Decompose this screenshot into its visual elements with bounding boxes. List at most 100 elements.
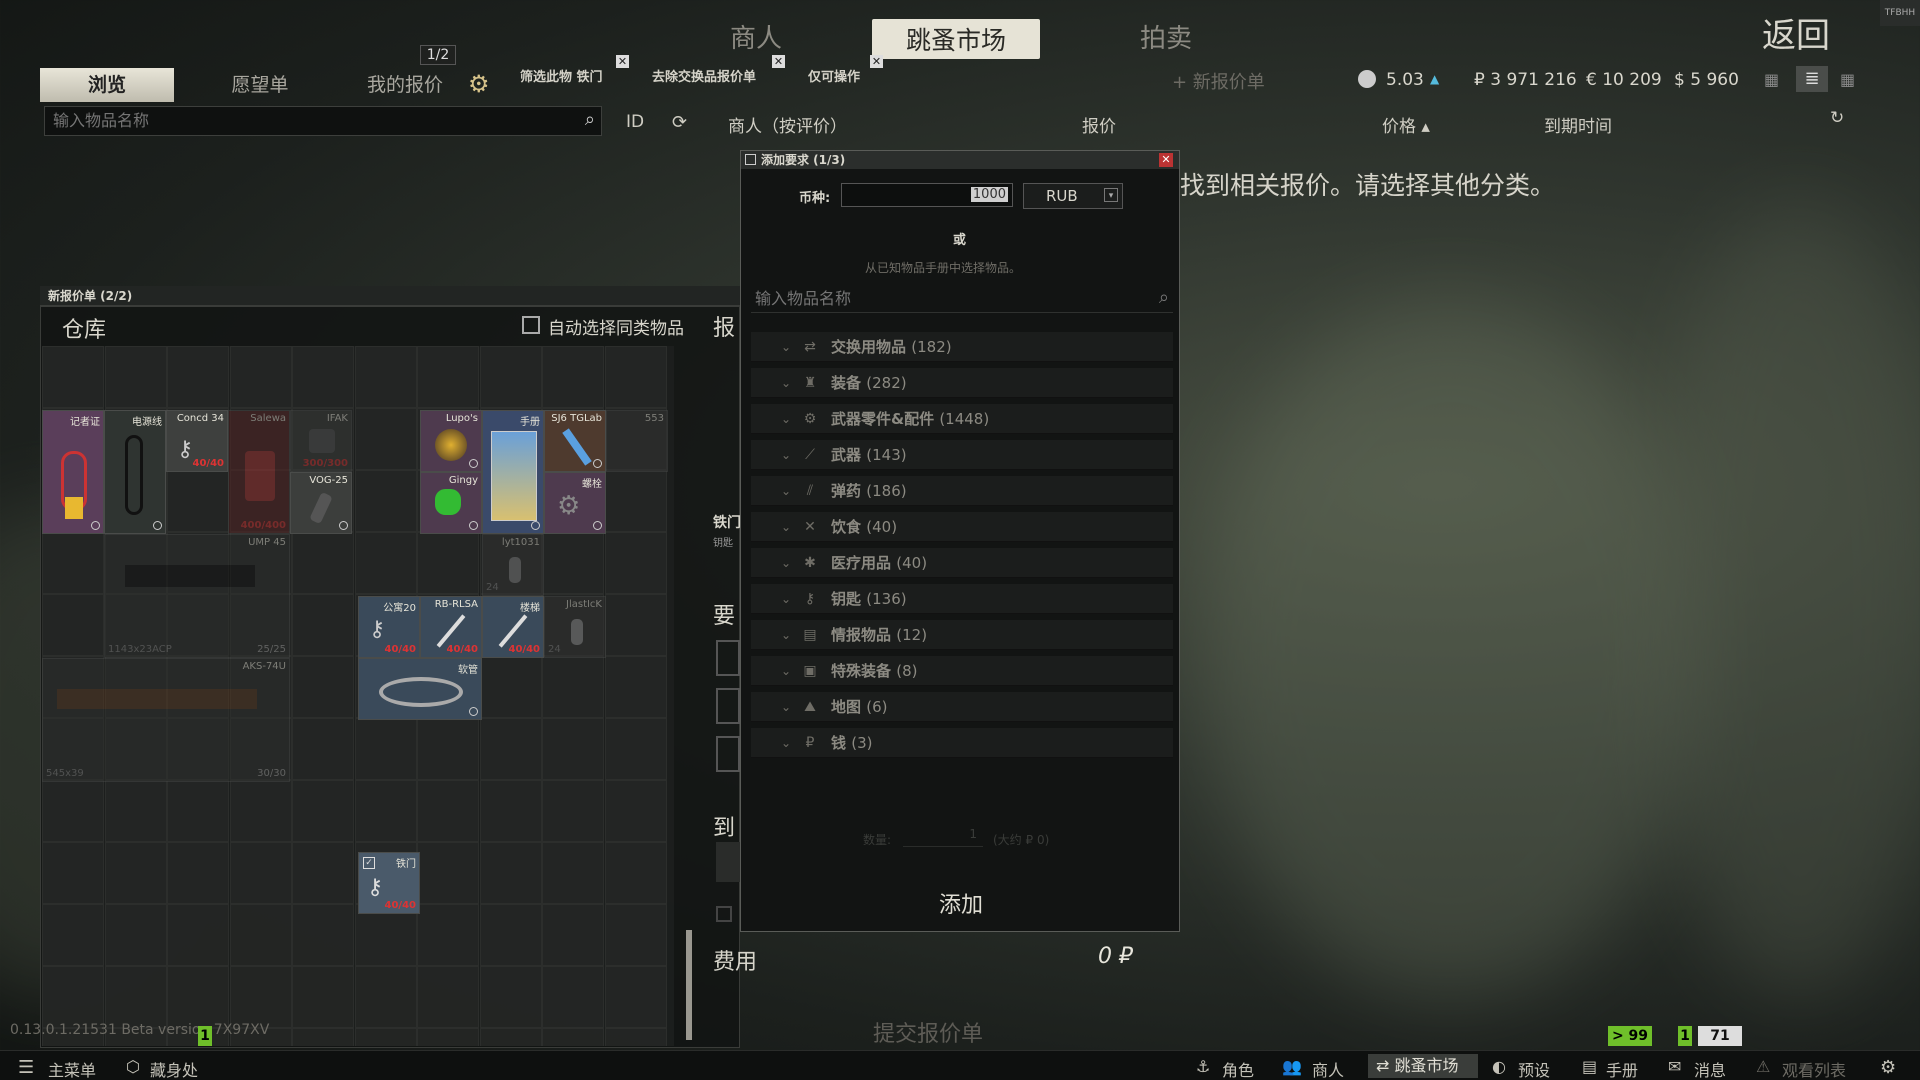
quantity-input[interactable]: 1 [903,827,983,847]
close-icon[interactable]: ✕ [616,55,629,68]
item-key-concd34[interactable]: Concd 34 ⚷ 40/40 [166,410,228,472]
close-icon[interactable]: ✕ [772,55,785,68]
category-row-weapon[interactable]: ⌄ ⟋ 武器 (143) [751,440,1173,470]
category-row-special[interactable]: ⌄ ▣ 特殊装备 (8) [751,656,1173,686]
handbook-button[interactable]: 手册 [1606,1057,1638,1080]
currency-amount-field[interactable]: 1000 [841,183,1013,207]
chevron-down-icon[interactable]: ⌄ [781,548,791,578]
grid-large-icon[interactable]: ▦ [1840,70,1860,89]
auto-select-checkbox[interactable] [522,316,540,334]
traders-button[interactable]: 商人 [1312,1057,1344,1080]
item-lupos[interactable]: Lupo's [420,410,482,472]
item-power-cord[interactable]: 电源线 [104,410,166,534]
category-row-money[interactable]: ⌄ ₽ 钱 (3) [751,728,1173,758]
chevron-down-icon[interactable]: ⌄ [781,512,791,542]
item-ump45[interactable]: UMP 45 1143x23ACP 25/25 [104,534,290,658]
chevron-down-icon[interactable]: ⌄ [781,476,791,506]
category-row-medical[interactable]: ⌄ ✱ 医疗用品 (40) [751,548,1173,578]
flea-market-button[interactable]: ⇄ 跳蚤市场 [1368,1054,1478,1078]
category-row-info[interactable]: ⌄ ▤ 情报物品 (12) [751,620,1173,650]
filter-chip-operable[interactable]: 仅可操作 [808,66,860,85]
item-lyt[interactable]: lyt1031 24 [482,534,544,596]
requirement-slot-2[interactable] [716,688,740,724]
presets-button[interactable]: 预设 [1518,1057,1550,1080]
hideout-button[interactable]: 藏身处 [150,1057,198,1080]
character-button[interactable]: 角色 [1222,1057,1254,1080]
warning-icon[interactable]: ⚠ [1756,1057,1770,1076]
chevron-down-icon[interactable]: ⌄ [781,692,791,722]
character-icon[interactable]: ⚓ [1196,1057,1210,1076]
item-manual[interactable]: 手册 [482,410,544,534]
chevron-down-icon[interactable]: ⌄ [781,440,791,470]
currency-select[interactable]: RUB ▾ [1023,183,1123,209]
chevron-down-icon[interactable]: ⌄ [781,584,791,614]
nav-flea-market[interactable]: 跳蚤市场 [872,19,1041,59]
category-row-gear[interactable]: ⌄ ♜ 装备 (282) [751,368,1173,398]
reload-icon[interactable]: ↻ [1830,108,1844,128]
close-icon[interactable]: ✕ [1159,153,1173,167]
item-sj6[interactable]: SJ6 TGLab [544,410,606,472]
item-vog25[interactable]: VOG-25 [290,472,352,534]
modal-search-input[interactable] [751,285,1131,312]
item-key-apt20[interactable]: 公寓20 ⚷ 40/40 [358,596,420,658]
chevron-down-icon[interactable]: ⌄ [781,728,791,758]
nav-traders[interactable]: 商人 [730,18,782,55]
item-key-stairs[interactable]: 楼梯 40/40 [482,596,544,658]
search-input[interactable] [45,107,545,134]
tab-wishlist[interactable]: 愿望单 [200,68,320,102]
main-menu-button[interactable]: 主菜单 [48,1057,96,1080]
chevron-down-icon[interactable]: ⌄ [781,368,791,398]
grid-small-icon[interactable]: ▦ [1764,70,1784,89]
category-row-key[interactable]: ⌄ ⚷ 钥匙 (136) [751,584,1173,614]
menu-icon[interactable]: ☰ [18,1057,34,1078]
column-price[interactable]: 价格 ▴ [1382,112,1430,137]
requirement-slot-3[interactable] [716,736,740,772]
category-row-food[interactable]: ⌄ ✕ 饮食 (40) [751,512,1173,542]
item-key-iron-gate[interactable]: ✓ 铁门 ⚷ 40/40 [358,852,420,914]
filter-chip-item[interactable]: 筛选此物 铁门 [520,66,603,85]
chevron-down-icon[interactable]: ⌄ [781,620,791,650]
watchlist-button[interactable]: 观看列表 [1782,1057,1846,1080]
item-jlastick[interactable]: JlastIcK 24 [544,596,606,658]
settings-icon[interactable]: ⚙ [1880,1057,1896,1078]
stash-scrollbar[interactable] [686,930,692,1040]
list-view-icon[interactable]: ≣ [1796,66,1828,92]
chevron-down-icon[interactable]: ▾ [1104,188,1118,202]
column-offer[interactable]: 报价 [1082,112,1116,137]
search-icon[interactable]: ⌕ [1159,287,1169,308]
messages-button[interactable]: 消息 [1694,1057,1726,1080]
column-expire[interactable]: 到期时间 [1544,112,1612,137]
search-icon[interactable]: ⌕ [585,109,595,130]
close-icon[interactable]: ✕ [870,55,883,68]
presets-icon[interactable]: ◐ [1492,1057,1506,1076]
item-hose[interactable]: 软管 [358,658,482,720]
item-press-pass[interactable]: 记者证 [42,410,104,534]
submit-offer-button[interactable]: 提交报价单 [713,1016,1143,1048]
refresh-icon[interactable]: ⟳ [672,112,687,133]
item-gingy[interactable]: Gingy [420,472,482,534]
filter-chip-no-barter[interactable]: 去除交换品报价单 [652,66,756,85]
traders-icon[interactable]: 👥 [1282,1057,1302,1076]
category-row-barter[interactable]: ⌄ ⇄ 交换用物品 (182) [751,332,1173,362]
tab-browse[interactable]: 浏览 [40,68,174,102]
category-row-weapon-parts[interactable]: ⌄ ⚙ 武器零件&配件 (1448) [751,404,1173,434]
column-trader[interactable]: 商人（按评价） [728,112,847,137]
handbook-icon[interactable]: ▤ [1582,1057,1597,1076]
duration-slot[interactable] [716,842,740,882]
item-aks74u[interactable]: AKS-74U 545x39 30/30 [42,658,290,782]
nav-auction[interactable]: 拍卖 [1140,18,1192,55]
chevron-down-icon[interactable]: ⌄ [781,332,791,362]
back-button[interactable]: 返回 [1762,8,1830,57]
add-button[interactable]: 添加 [741,887,1181,919]
requirement-slot-1[interactable] [716,640,740,676]
chevron-down-icon[interactable]: ⌄ [781,656,791,686]
add-offer-button[interactable]: + 新报价单 [1172,68,1265,94]
checkbox[interactable] [716,906,732,922]
checkbox-checked-icon[interactable]: ✓ [363,857,375,869]
item-553[interactable]: 553 [606,410,668,472]
category-row-map[interactable]: ⌄ ⛰ 地图 (6) [751,692,1173,722]
item-bolts[interactable]: 螺栓 ⚙ [544,472,606,534]
item-ifak[interactable]: IFAK 300/300 [290,410,352,472]
hideout-icon[interactable]: ⬡ [126,1057,140,1076]
item-salewa[interactable]: Salewa 400/400 [228,410,290,534]
